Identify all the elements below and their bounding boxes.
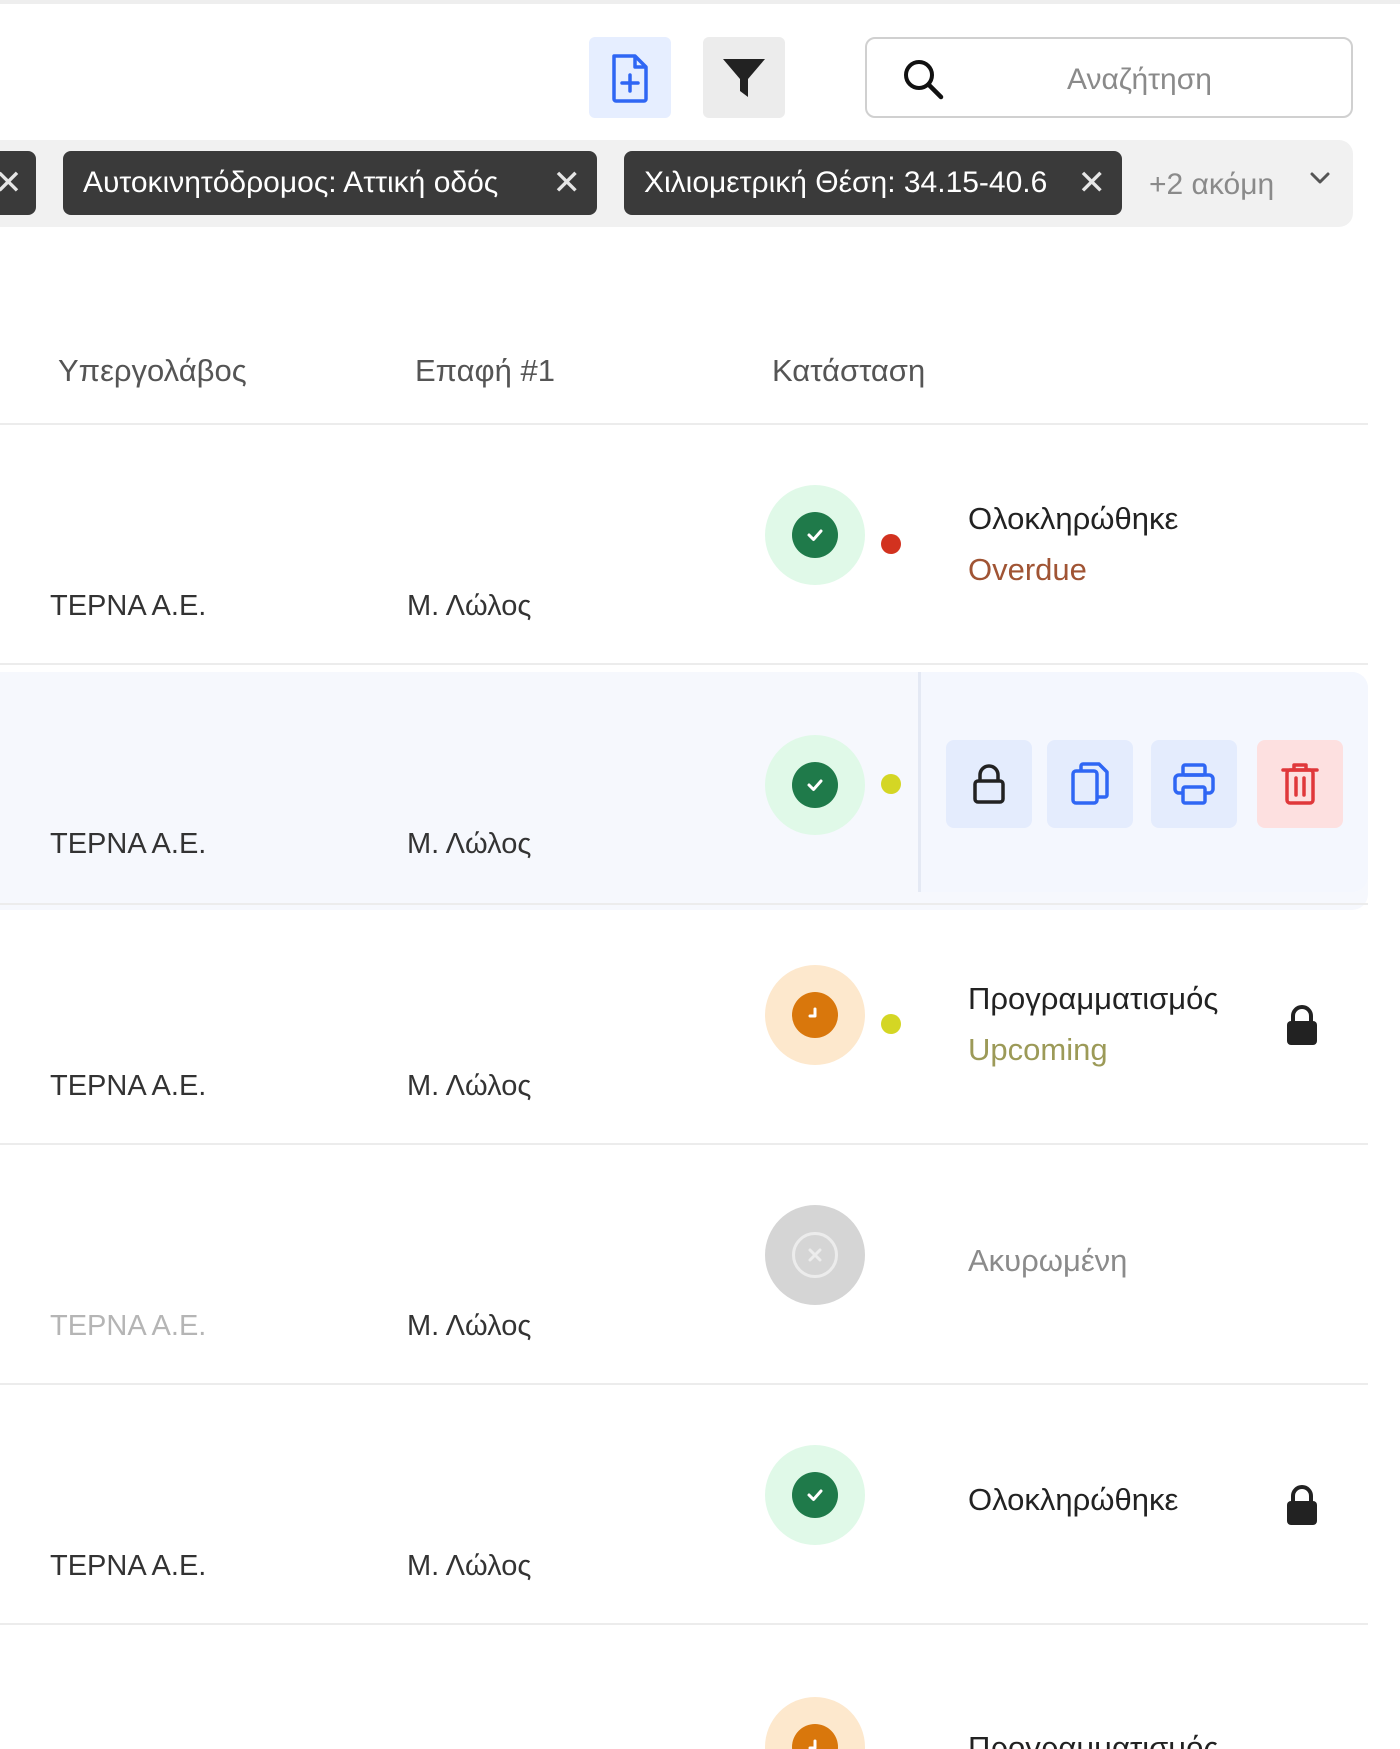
chevron-down-icon[interactable] — [1308, 166, 1332, 190]
column-header-subcontractor[interactable]: Υπεργολάβος — [58, 353, 247, 389]
status-label: Προγραμματισμός — [968, 981, 1219, 1016]
status-label: Προγραμματισμός — [968, 1730, 1219, 1749]
filter-button[interactable] — [703, 37, 785, 118]
status-icon-completed — [765, 1445, 865, 1545]
file-plus-icon — [612, 53, 648, 103]
print-button[interactable] — [1151, 740, 1237, 828]
filter-chip[interactable]: Χιλιομετρική Θέση: 34.15-40.6 ✕ — [624, 151, 1122, 215]
clock-icon — [808, 1007, 817, 1018]
table-row[interactable]: Προγραμματισμός — [0, 1625, 1368, 1749]
search-box[interactable]: Αναζήτηση — [865, 37, 1353, 118]
check-icon — [807, 529, 823, 541]
table-row[interactable]: ΤΕΡΝΑ Α.Ε. Μ. Λώλος Ακυρωμένη — [0, 1145, 1368, 1383]
column-header-contact[interactable]: Επαφή #1 — [415, 353, 555, 389]
row-actions — [918, 672, 1368, 892]
contact-cell: Μ. Λώλος — [407, 590, 532, 622]
close-icon[interactable]: ✕ — [553, 163, 582, 203]
status-icon-completed — [765, 735, 865, 835]
top-border — [0, 0, 1400, 4]
status-icon-scheduled — [765, 965, 865, 1065]
check-icon — [807, 1489, 823, 1501]
clock-icon — [808, 1739, 817, 1749]
status-icon-completed — [765, 485, 865, 585]
filter-chip-partial[interactable]: ✕ — [0, 151, 36, 215]
copy-button[interactable] — [1047, 740, 1133, 828]
lock-button[interactable] — [946, 740, 1032, 828]
trash-icon — [1281, 763, 1319, 805]
column-header-status[interactable]: Κατάσταση — [772, 353, 925, 389]
close-icon[interactable]: ✕ — [0, 163, 23, 203]
lock-icon — [1287, 1005, 1317, 1045]
table-row[interactable]: ΤΕΡΝΑ Α.Ε. Μ. Λώλος Ολοκληρώθηκε — [0, 1385, 1368, 1623]
subcontractor-cell: ΤΕΡΝΑ Α.Ε. — [50, 1070, 207, 1102]
copy-icon — [1071, 762, 1109, 805]
contact-cell: Μ. Λώλος — [407, 1550, 532, 1582]
contact-cell: Μ. Λώλος — [407, 828, 532, 860]
table-row[interactable]: ΤΕΡΝΑ Α.Ε. Μ. Λώλος Προγραμματισμός Upco… — [0, 905, 1368, 1143]
table-row[interactable]: ΤΕΡΝΑ Α.Ε. Μ. Λώλος — [0, 672, 1368, 910]
search-icon — [904, 60, 944, 100]
delete-button[interactable] — [1257, 740, 1343, 828]
contact-cell: Μ. Λώλος — [407, 1310, 532, 1342]
active-filters-bar: ✕ Αυτοκινητόδρομος: Αττική οδός ✕ Χιλιομ… — [0, 140, 1353, 227]
due-status-label: Upcoming — [968, 1032, 1108, 1067]
close-icon — [808, 1248, 822, 1262]
subcontractor-cell: ΤΕΡΝΑ Α.Ε. — [50, 1310, 207, 1342]
lock-icon — [973, 764, 1005, 804]
print-icon — [1173, 763, 1215, 805]
check-icon — [807, 779, 823, 791]
status-icon-scheduled — [765, 1697, 865, 1749]
subcontractor-cell: ΤΕΡΝΑ Α.Ε. — [50, 1550, 207, 1582]
status-label: Ολοκληρώθηκε — [968, 1482, 1179, 1517]
priority-dot — [881, 534, 901, 554]
status-label: Ακυρωμένη — [968, 1243, 1128, 1278]
status-label: Ολοκληρώθηκε — [968, 501, 1179, 536]
filter-chip-label: Αυτοκινητόδρομος: Αττική οδός — [83, 166, 499, 199]
filter-chip-label: Χιλιομετρική Θέση: 34.15-40.6 — [644, 166, 1048, 199]
divider — [0, 663, 1368, 665]
new-document-button[interactable] — [589, 37, 671, 118]
close-icon[interactable]: ✕ — [1078, 163, 1107, 203]
search-input[interactable]: Αναζήτηση — [1067, 63, 1212, 97]
filter-icon — [723, 58, 765, 97]
more-filters-link[interactable]: +2 ακόμη — [1149, 168, 1274, 202]
table-row[interactable]: ΤΕΡΝΑ Α.Ε. Μ. Λώλος Ολοκληρώθηκε Overdue — [0, 425, 1368, 663]
due-status-label: Overdue — [968, 552, 1087, 587]
contact-cell: Μ. Λώλος — [407, 1070, 532, 1102]
status-icon-cancelled — [765, 1205, 865, 1305]
filter-chip[interactable]: Αυτοκινητόδρομος: Αττική οδός ✕ — [63, 151, 597, 215]
priority-dot — [881, 774, 901, 794]
priority-dot — [881, 1014, 901, 1034]
lock-icon — [1287, 1485, 1317, 1525]
subcontractor-cell: ΤΕΡΝΑ Α.Ε. — [50, 590, 207, 622]
subcontractor-cell: ΤΕΡΝΑ Α.Ε. — [50, 828, 207, 860]
